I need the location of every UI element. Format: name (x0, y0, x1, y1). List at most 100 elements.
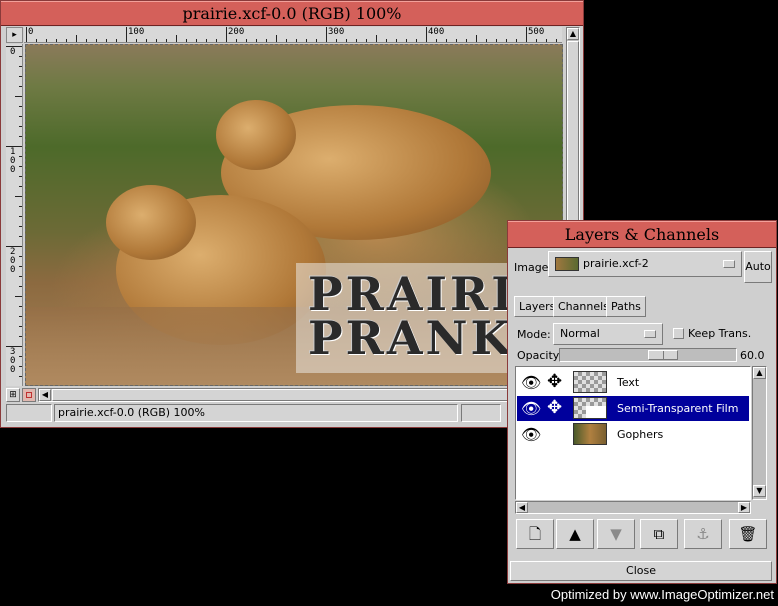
ruler-minor-tick (36, 39, 37, 42)
layer-row-gophers[interactable]: 👁 Gophers (517, 422, 749, 447)
layer-thumbnail (573, 397, 607, 419)
auto-button[interactable]: Auto (744, 251, 772, 283)
status-text: prairie.xcf-0.0 (RGB) 100% (54, 404, 458, 422)
raise-layer-button[interactable]: ▲ (556, 519, 594, 549)
ruler-minor-tick (276, 35, 277, 42)
layer-row-semi-transparent-film[interactable]: 👁 ✥ Semi-Transparent Film (517, 396, 749, 421)
ruler-minor-tick (19, 76, 22, 77)
ruler-minor-tick (266, 39, 267, 42)
scroll-down-icon[interactable]: ▼ (753, 485, 766, 497)
ruler-label: 400 (428, 27, 445, 37)
image-statusbar: prairie.xcf-0.0 (RGB) 100% (6, 404, 580, 422)
eye-icon[interactable]: 👁 (521, 399, 541, 418)
ruler-label: 300 (328, 27, 345, 37)
ruler-label: 0 (28, 27, 34, 37)
scroll-left-icon[interactable]: ◀ (39, 389, 51, 401)
scroll-right-icon[interactable]: ▶ (738, 502, 750, 513)
ruler-minor-tick (19, 176, 22, 177)
new-layer-button[interactable]: 🗋 (516, 519, 554, 549)
lower-layer-button[interactable]: ▼ (597, 519, 635, 549)
navigate-icon[interactable]: ⊞ (6, 388, 20, 402)
ruler-label: 500 (528, 27, 545, 37)
opacity-slider-thumb[interactable] (648, 350, 678, 360)
ruler-minor-tick (506, 39, 507, 42)
ruler-minor-tick (116, 39, 117, 42)
ruler-label: 0 (10, 47, 16, 57)
ruler-minor-tick (19, 66, 22, 67)
ruler-minor-tick (106, 39, 107, 42)
ruler-corner-icon[interactable]: ▸ (6, 27, 23, 43)
move-chain-icon[interactable]: ✥ (547, 371, 562, 392)
ruler-minor-tick (19, 116, 22, 117)
tab-paths[interactable]: Paths (606, 296, 646, 317)
ruler-minor-tick (526, 35, 527, 42)
ruler-minor-tick (19, 256, 22, 257)
layers-horizontal-scrollbar[interactable]: ◀ ▶ (515, 501, 751, 514)
ruler-minor-tick (19, 216, 22, 217)
ruler-minor-tick (496, 39, 497, 42)
image-canvas[interactable]: PRAIRIE PRANKS (25, 44, 563, 386)
layer-row-text[interactable]: 👁 ✥ Text (517, 370, 749, 395)
opacity-value: 60.0 (740, 349, 765, 362)
mode-value: Normal (560, 327, 600, 340)
ruler-minor-tick (416, 39, 417, 42)
horizontal-scrollbar[interactable]: ◀ (38, 388, 565, 402)
ruler-minor-tick (306, 39, 307, 42)
ruler-minor-tick (19, 266, 22, 267)
ruler-label: 200 (228, 27, 245, 37)
scroll-up-icon[interactable]: ▲ (753, 367, 766, 379)
ruler-minor-tick (19, 286, 22, 287)
ruler-minor-tick (19, 136, 22, 137)
ruler-minor-tick (466, 39, 467, 42)
ruler-minor-tick (66, 39, 67, 42)
ruler-minor-tick (436, 39, 437, 42)
ruler-minor-tick (456, 39, 457, 42)
layer-name: Gophers (617, 428, 664, 441)
horizontal-scroll-thumb[interactable] (52, 389, 550, 401)
ruler-minor-tick (356, 39, 357, 42)
eye-icon[interactable]: 👁 (521, 425, 541, 444)
ruler-minor-tick (19, 276, 22, 277)
duplicate-layer-button[interactable]: ⧉ (640, 519, 678, 549)
layers-vertical-scrollbar[interactable]: ▲ ▼ (752, 366, 767, 500)
tab-channels[interactable]: Channels (553, 296, 614, 317)
ruler-label: 100 (128, 27, 145, 37)
opacity-slider[interactable] (559, 348, 737, 362)
gopher-front-head (106, 185, 196, 260)
ruler-minor-tick (336, 39, 337, 42)
quickmask-icon[interactable] (22, 388, 36, 402)
ruler-minor-tick (126, 35, 127, 42)
ruler-minor-tick (376, 35, 377, 42)
ruler-minor-tick (19, 356, 22, 357)
delete-layer-button[interactable]: 🗑 (729, 519, 767, 549)
layers-dialog-title[interactable]: Layers & Channels (508, 221, 776, 248)
image-label: Image: (514, 261, 553, 274)
scroll-left-icon[interactable]: ◀ (516, 502, 528, 513)
ruler-minor-tick (19, 206, 22, 207)
ruler-label: 300 (10, 347, 16, 375)
ruler-minor-tick (236, 39, 237, 42)
ruler-minor-tick (19, 86, 22, 87)
ruler-minor-tick (19, 126, 22, 127)
ruler-minor-tick (15, 196, 22, 197)
ruler-label: 100 (10, 147, 16, 175)
anchor-layer-button[interactable]: ⚓ (684, 519, 722, 549)
ruler-minor-tick (19, 56, 22, 57)
mode-select[interactable]: Normal (553, 323, 663, 345)
image-select[interactable]: prairie.xcf-2 (548, 251, 742, 277)
keep-trans-checkbox[interactable] (673, 328, 684, 339)
ruler-minor-tick (286, 39, 287, 42)
move-chain-icon[interactable]: ✥ (547, 397, 562, 418)
image-window-title[interactable]: prairie.xcf-0.0 (RGB) 100% (1, 1, 583, 26)
ruler-minor-tick (19, 376, 22, 377)
ruler-minor-tick (26, 35, 27, 42)
eye-icon[interactable]: 👁 (521, 373, 541, 392)
layer-name: Semi-Transparent Film (617, 402, 739, 415)
ruler-minor-tick (146, 39, 147, 42)
close-button[interactable]: Close (510, 561, 772, 581)
ruler-minor-tick (186, 39, 187, 42)
scroll-up-icon[interactable]: ▲ (567, 28, 579, 40)
ruler-minor-tick (19, 106, 22, 107)
ruler-minor-tick (366, 39, 367, 42)
ruler-minor-tick (19, 226, 22, 227)
